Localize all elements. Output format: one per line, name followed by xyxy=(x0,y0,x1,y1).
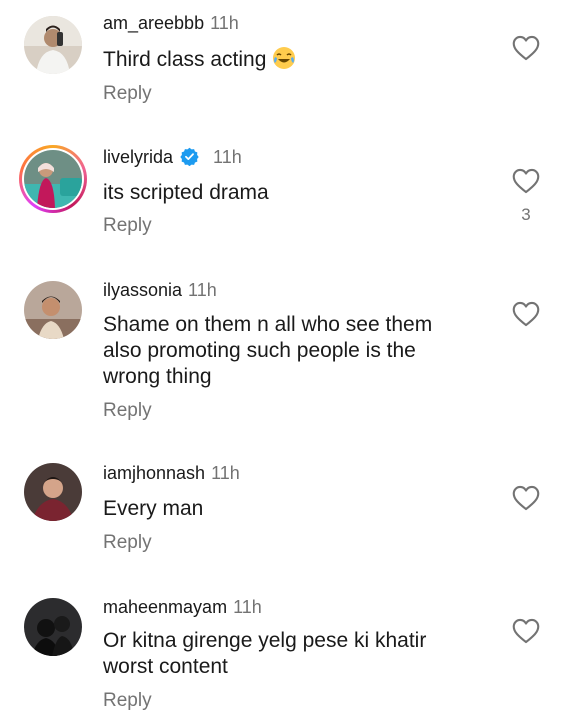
avatar[interactable] xyxy=(24,463,82,521)
heart-outline-icon[interactable] xyxy=(512,168,540,194)
comment-header: maheenmayam 11h xyxy=(103,596,262,618)
avatar[interactable] xyxy=(24,16,82,74)
comment-text: Every man xyxy=(103,496,493,522)
verified-badge-icon xyxy=(180,147,199,166)
username[interactable]: livelyrida xyxy=(103,147,173,167)
reply-button[interactable]: Reply xyxy=(103,215,152,237)
username[interactable]: am_areebbb xyxy=(103,13,204,33)
avatar[interactable] xyxy=(24,281,82,339)
reply-button[interactable]: Reply xyxy=(103,532,152,554)
timestamp: 11h xyxy=(210,13,239,33)
comment-text-line: Or kitna girenge yelg pese ki khatir xyxy=(103,629,427,652)
heart-outline-icon[interactable] xyxy=(512,35,540,61)
tears-of-joy-emoji-icon xyxy=(273,47,296,69)
comment-text-line: its scripted drama xyxy=(103,181,269,204)
avatar[interactable] xyxy=(24,598,82,656)
comment-text: Shame on them n all who see them also pr… xyxy=(103,312,493,390)
username[interactable]: ilyassonia xyxy=(103,280,182,300)
username[interactable]: iamjhonnash xyxy=(103,463,205,483)
like-count: 3 xyxy=(521,205,531,224)
comment-text-line: Shame on them n all who see them xyxy=(103,313,433,336)
avatar[interactable] xyxy=(24,150,82,208)
reply-button[interactable]: Reply xyxy=(103,690,152,712)
comment-text-line: also promoting such people is the xyxy=(103,339,416,362)
heart-outline-icon[interactable] xyxy=(512,618,540,644)
comment-text: Third class acting xyxy=(103,46,493,73)
username[interactable]: maheenmayam xyxy=(103,597,227,617)
timestamp: 11h xyxy=(213,147,242,167)
timestamp: 11h xyxy=(233,597,262,617)
reply-button[interactable]: Reply xyxy=(103,83,152,105)
comment-text-line: Third class acting xyxy=(103,48,267,71)
comment-text-line: worst content xyxy=(103,655,228,678)
comment-text-line: Every man xyxy=(103,497,204,520)
reply-button[interactable]: Reply xyxy=(103,400,152,422)
comment-header: livelyrida 11h xyxy=(103,146,242,168)
heart-outline-icon[interactable] xyxy=(512,485,540,511)
story-ring[interactable] xyxy=(19,145,87,213)
comment-header: am_areebbb 11h xyxy=(103,12,239,34)
timestamp: 11h xyxy=(211,463,240,483)
comment-header: iamjhonnash 11h xyxy=(103,462,240,484)
timestamp: 11h xyxy=(188,280,217,300)
comment-text-line: wrong thing xyxy=(103,365,212,388)
comment-header: ilyassonia 11h xyxy=(103,279,217,301)
comment-text: Or kitna girenge yelg pese ki khatir wor… xyxy=(103,628,493,680)
comment-text: its scripted drama xyxy=(103,180,493,206)
heart-outline-icon[interactable] xyxy=(512,301,540,327)
